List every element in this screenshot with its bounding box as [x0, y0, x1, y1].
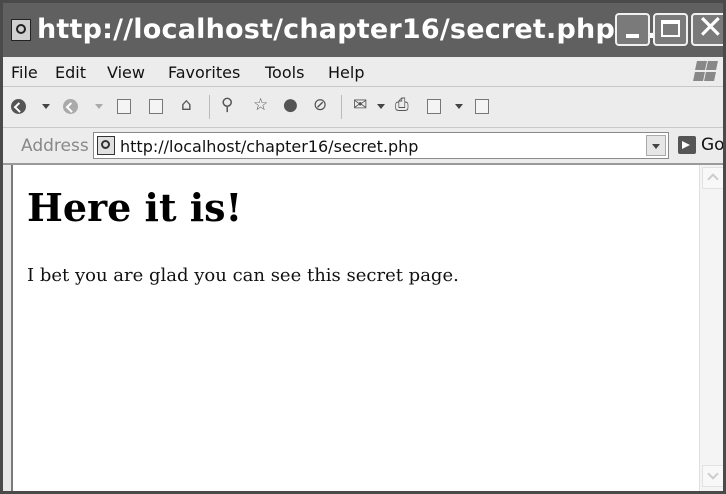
address-bar: Address http://localhost/chapter16/secre… — [3, 128, 723, 165]
back-icon[interactable] — [11, 99, 26, 114]
menu-tools[interactable]: Tools — [265, 63, 304, 82]
menu-help[interactable]: Help — [328, 63, 364, 82]
close-icon: ✕ — [697, 8, 724, 46]
menu-favorites[interactable]: Favorites — [168, 63, 240, 82]
discuss-icon[interactable] — [475, 99, 489, 114]
toolbar-separator — [209, 95, 210, 119]
address-url[interactable]: http://localhost/chapter16/secret.php — [120, 137, 418, 156]
close-button[interactable]: ✕ — [691, 8, 724, 46]
menu-bar: File Edit View Favorites Tools Help — [3, 57, 723, 87]
go-arrow-icon[interactable] — [678, 136, 696, 154]
maximize-button[interactable] — [653, 13, 688, 46]
page-paragraph: I bet you are glad you can see this secr… — [27, 265, 459, 286]
forward-dropdown-icon[interactable] — [95, 104, 103, 109]
history-icon[interactable]: ⊘ — [313, 97, 327, 114]
search-icon[interactable]: ⚲ — [221, 97, 233, 114]
toolbar-separator — [341, 95, 342, 119]
go-button[interactable]: Go — [701, 135, 723, 155]
page-heading: Here it is! — [27, 185, 243, 230]
title-bar[interactable]: http://localhost/chapter16/secret.php ..… — [3, 3, 724, 57]
page-content: Here it is! I bet you are glad you can s… — [11, 165, 701, 491]
toolbar: ⌂ ⚲ ☆ ● ⊘ ✉ ⎙ — [3, 87, 723, 128]
windows-logo-icon — [693, 59, 719, 83]
media-icon[interactable]: ● — [283, 97, 298, 114]
print-icon[interactable]: ⎙ — [395, 97, 409, 114]
browser-window: http://localhost/chapter16/secret.php ..… — [0, 0, 726, 494]
home-icon[interactable]: ⌂ — [181, 97, 192, 114]
vertical-scrollbar[interactable] — [699, 165, 723, 491]
address-input[interactable]: http://localhost/chapter16/secret.php — [93, 132, 669, 159]
stop-icon[interactable] — [117, 99, 131, 114]
mail-icon[interactable]: ✉ — [353, 97, 367, 114]
window-title: http://localhost/chapter16/secret.php ..… — [37, 14, 656, 45]
mail-dropdown-icon[interactable] — [377, 104, 385, 109]
ie-page-icon — [11, 19, 31, 41]
page-icon — [97, 136, 115, 155]
menu-edit[interactable]: Edit — [55, 63, 86, 82]
scroll-down-button[interactable] — [702, 465, 723, 487]
favorites-icon[interactable]: ☆ — [253, 97, 268, 114]
address-dropdown-button[interactable] — [646, 135, 666, 156]
edit-dropdown-icon[interactable] — [455, 104, 463, 109]
edit-icon[interactable] — [427, 99, 441, 114]
menu-view[interactable]: View — [107, 63, 145, 82]
address-label: Address — [21, 136, 89, 156]
forward-icon[interactable] — [63, 99, 78, 114]
menu-file[interactable]: File — [11, 63, 38, 82]
scroll-up-button[interactable] — [702, 167, 723, 189]
minimize-button[interactable] — [615, 13, 650, 46]
back-dropdown-icon[interactable] — [42, 104, 50, 109]
refresh-icon[interactable] — [149, 99, 163, 114]
